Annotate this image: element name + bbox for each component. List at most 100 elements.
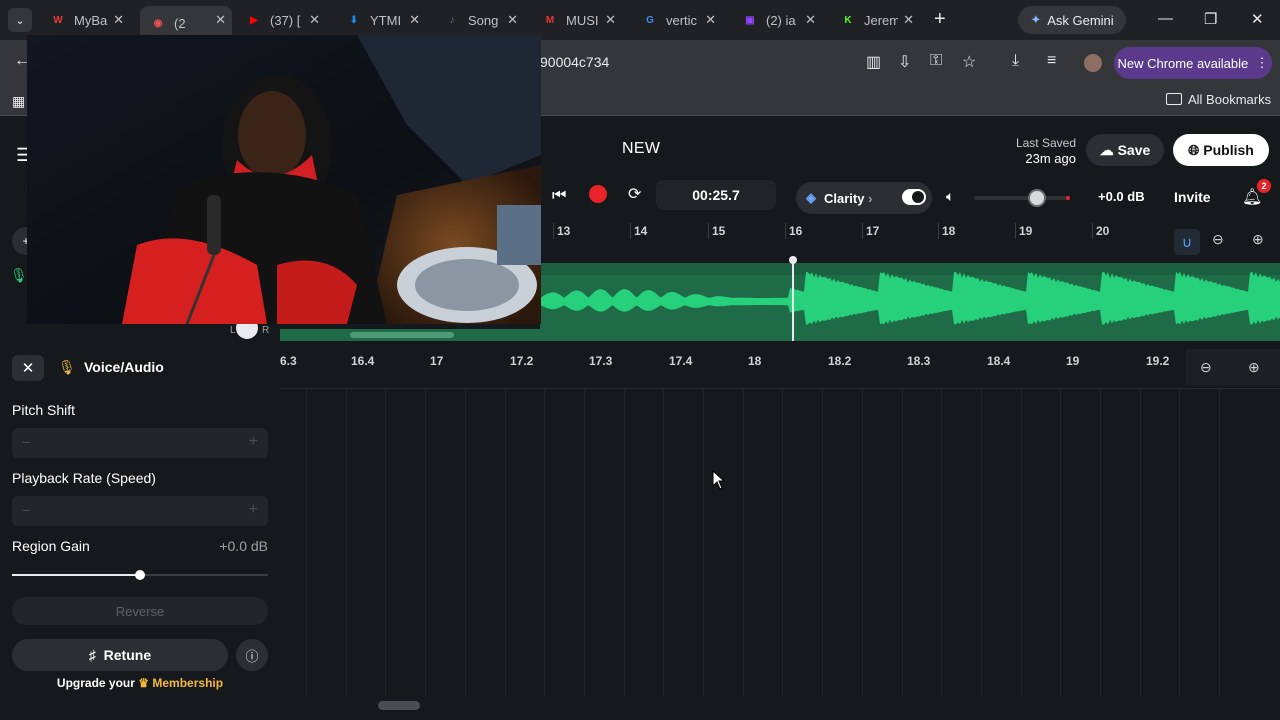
- info-icon[interactable]: ⓘ: [236, 639, 268, 671]
- tab-search-chevron-icon[interactable]: ⌄: [8, 8, 32, 32]
- ruler-tick-label: 17.2: [510, 354, 534, 368]
- tab-title: MUSI: [566, 12, 599, 28]
- retune-button[interactable]: ♯ Retune: [12, 639, 228, 671]
- timeline-ruler[interactable]: 13 14 15 16 17 18 19 20 ∪ ⊖ ⊕: [540, 219, 1280, 263]
- grid-line: [980, 389, 982, 697]
- playhead-handle[interactable]: [789, 256, 797, 264]
- downloads-icon[interactable]: ⤓: [1012, 52, 1019, 70]
- speaker-icon[interactable]: 🔈︎: [946, 188, 954, 205]
- media-queue-icon[interactable]: ≡: [1047, 52, 1056, 70]
- record-button[interactable]: [589, 185, 607, 203]
- address-bar-url[interactable]: 90004c734: [540, 54, 609, 70]
- close-panel-icon[interactable]: ✕: [12, 355, 44, 381]
- grid-line: [1060, 389, 1062, 697]
- snap-magnet-icon[interactable]: ∪: [1174, 229, 1200, 255]
- apps-grid-icon[interactable]: ▦: [12, 93, 25, 110]
- tab-close-icon[interactable]: ✕: [605, 12, 616, 28]
- ask-gemini-button[interactable]: ✦ Ask Gemini: [1018, 6, 1126, 34]
- skip-to-start-icon[interactable]: ⏮: [552, 187, 566, 205]
- install-app-icon[interactable]: ⇩: [898, 52, 911, 72]
- tab-close-icon[interactable]: ✕: [309, 12, 320, 28]
- cloud-upload-icon: ☁: [1099, 141, 1114, 158]
- tab-favicon-icon: ◉: [153, 17, 163, 29]
- bookmark-star-icon[interactable]: ☆: [962, 52, 976, 72]
- invite-button[interactable]: Invite: [1174, 189, 1211, 205]
- tab-close-icon[interactable]: ✕: [705, 12, 716, 28]
- plus-icon[interactable]: +: [249, 501, 258, 519]
- profile-avatar[interactable]: [1084, 54, 1102, 72]
- browser-tab[interactable]: ▶ (37) [✕: [236, 6, 326, 34]
- audio-region[interactable]: [540, 256, 1280, 341]
- pitch-shift-stepper[interactable]: − +: [12, 428, 268, 458]
- zoom-in-icon[interactable]: ⊕: [1248, 359, 1260, 376]
- loop-icon[interactable]: ⟳: [628, 184, 641, 204]
- tune-icon: ♯: [88, 647, 96, 663]
- window-close-icon[interactable]: ✕: [1251, 10, 1264, 28]
- ruler-tick-line: [938, 223, 939, 239]
- tab-title: (37) [: [270, 12, 301, 28]
- browser-tab[interactable]: M MUSI ✕: [532, 6, 622, 34]
- tab-title: (2: [174, 15, 186, 31]
- publish-button[interactable]: 🌐︎ Publish: [1173, 134, 1269, 166]
- tab-favicon-icon: K: [844, 14, 852, 26]
- password-key-icon[interactable]: ⚿: [930, 52, 942, 70]
- grid-line: [663, 389, 665, 697]
- chevron-right-icon: ›: [868, 190, 873, 206]
- grid-line: [703, 389, 704, 697]
- browser-tab[interactable]: ♪ Song ✕: [434, 6, 524, 34]
- ruler-tick-line: [708, 223, 709, 239]
- reverse-button[interactable]: Reverse: [12, 597, 268, 625]
- save-button[interactable]: ☁ Save: [1086, 134, 1164, 166]
- zoom-out-icon[interactable]: ⊖: [1212, 231, 1224, 248]
- master-volume-slider[interactable]: [974, 189, 1070, 207]
- browser-tab[interactable]: ⬇ YTMI ✕: [336, 6, 426, 34]
- new-chrome-available-button[interactable]: New Chrome available ⋮: [1114, 47, 1272, 79]
- ruler-tick-label: 17.4: [669, 354, 693, 368]
- browser-tab[interactable]: K Jerem ✕: [830, 6, 920, 34]
- tab-close-icon[interactable]: ✕: [113, 12, 124, 28]
- tab-close-icon[interactable]: ✕: [507, 12, 518, 28]
- grid-line: [822, 389, 824, 697]
- browser-tab[interactable]: Gvertic ✕: [632, 6, 722, 34]
- grid-line: [1139, 389, 1141, 697]
- tab-favicon-icon: G: [646, 14, 654, 26]
- grid-line: [504, 389, 506, 697]
- gain-knob[interactable]: [135, 570, 145, 580]
- browser-tab[interactable]: ▣ (2) ia ✕: [732, 6, 822, 34]
- new-tab-plus-icon[interactable]: +: [934, 9, 946, 29]
- zoom-in-icon[interactable]: ⊕: [1252, 231, 1264, 248]
- minus-icon[interactable]: −: [22, 502, 30, 518]
- tab-close-icon[interactable]: ✕: [903, 12, 914, 28]
- grid-line: [385, 389, 387, 697]
- minimize-icon[interactable]: —: [1158, 10, 1173, 27]
- tab-favicon-icon: M: [545, 14, 555, 26]
- region-header-band: [540, 263, 1280, 275]
- playback-rate-stepper[interactable]: − +: [12, 496, 268, 526]
- region-editor-ruler[interactable]: 6.3 16.4 17 17.2 17.3 17.4 18 18.2 18.3 18.4 19 19.…: [280, 343, 1280, 389]
- tab-close-icon[interactable]: ✕: [409, 12, 420, 28]
- ruler-tick-label: 17.3: [589, 354, 613, 368]
- editor-horizontal-scrollbar[interactable]: [378, 701, 420, 710]
- restore-icon[interactable]: ❐: [1204, 10, 1217, 28]
- playhead[interactable]: [792, 257, 794, 341]
- piano-extension-icon[interactable]: ▥: [866, 52, 881, 72]
- last-saved-status: Last Saved 23m ago: [1015, 136, 1076, 166]
- browser-tab[interactable]: W MyBa ✕: [40, 6, 130, 34]
- tab-title: MyBa: [74, 12, 108, 28]
- tab-close-icon[interactable]: ✕: [215, 12, 226, 28]
- volume-knob[interactable]: [1028, 189, 1047, 207]
- scroll-thumb[interactable]: [350, 332, 454, 338]
- minus-icon[interactable]: −: [22, 434, 30, 450]
- tab-close-icon[interactable]: ✕: [805, 12, 816, 28]
- grid-line: [464, 389, 466, 697]
- region-gain-slider[interactable]: [12, 570, 268, 580]
- clarity-toggle[interactable]: [902, 189, 926, 205]
- plus-icon[interactable]: +: [249, 433, 258, 451]
- ruler-tick-label: 13: [557, 224, 571, 238]
- region-editor-grid[interactable]: [280, 389, 1280, 697]
- track-horizontal-scrollbar[interactable]: [280, 329, 540, 341]
- zoom-out-icon[interactable]: ⊖: [1200, 359, 1212, 376]
- upgrade-membership[interactable]: Upgrade your ♛ Membership: [0, 676, 280, 690]
- all-bookmarks-button[interactable]: All Bookmarks: [1166, 92, 1271, 107]
- project-title[interactable]: NEW: [622, 140, 660, 158]
